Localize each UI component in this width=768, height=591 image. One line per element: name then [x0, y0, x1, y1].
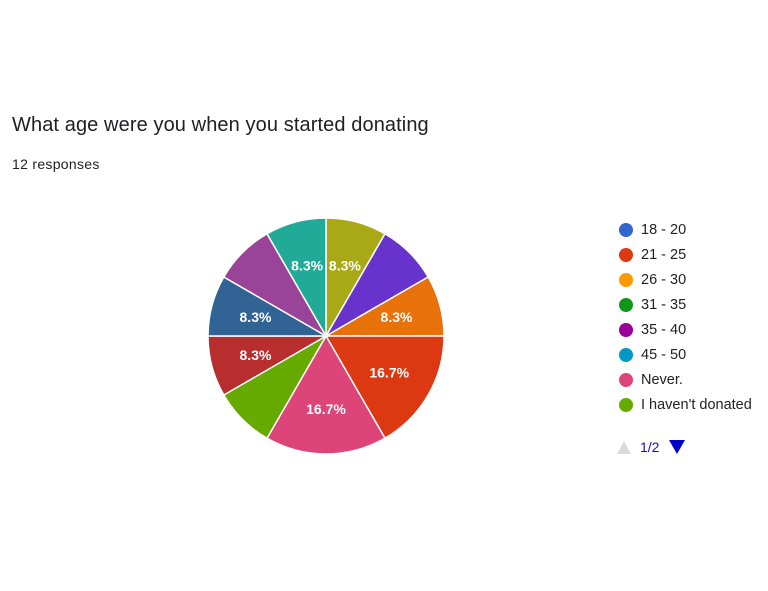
legend-item[interactable]: Never.: [616, 367, 766, 392]
legend-item[interactable]: 21 - 25: [616, 242, 766, 267]
slice-percent-label: 8.3%: [329, 257, 361, 273]
legend-swatch: [619, 322, 633, 337]
slice-percent-label: 8.3%: [240, 309, 272, 325]
legend-swatch: [619, 372, 633, 387]
chart-legend: 18 - 20 21 - 25 26 - 30 31 - 35 35 - 40 …: [616, 217, 766, 417]
slice-percent-label: 8.3%: [381, 309, 413, 325]
legend-label: 35 - 40: [641, 321, 687, 338]
legend-item[interactable]: 45 - 50: [616, 342, 766, 367]
legend-item[interactable]: 26 - 30: [616, 267, 766, 292]
legend-swatch: [619, 397, 633, 412]
slice-percent-label: 8.3%: [240, 347, 272, 363]
legend-swatch: [619, 347, 633, 362]
slice-percent-label: 8.3%: [291, 257, 323, 273]
legend-label: I haven't donated: [641, 396, 752, 413]
legend-pager: 1/2: [617, 437, 686, 457]
page-indicator: 1/2: [640, 439, 660, 455]
slice-percent-label: 16.7%: [369, 365, 409, 381]
legend-swatch: [619, 247, 633, 262]
legend-label: 21 - 25: [641, 246, 687, 263]
legend-swatch: [619, 222, 633, 237]
legend-label: Never.: [641, 371, 683, 388]
legend-label: 18 - 20: [641, 221, 687, 238]
legend-item[interactable]: 35 - 40: [616, 317, 766, 342]
legend-label: 26 - 30: [641, 271, 687, 288]
legend-item[interactable]: 18 - 20: [616, 217, 766, 242]
legend-item[interactable]: 31 - 35: [616, 292, 766, 317]
legend-swatch: [619, 297, 633, 312]
previous-page-arrow-icon: [617, 440, 631, 454]
next-page-arrow-icon[interactable]: [669, 440, 686, 454]
legend-swatch: [619, 272, 633, 287]
legend-label: 31 - 35: [641, 296, 687, 313]
legend-item[interactable]: I haven't donated: [616, 392, 766, 417]
slice-percent-label: 16.7%: [306, 401, 346, 417]
legend-label: 45 - 50: [641, 346, 687, 363]
